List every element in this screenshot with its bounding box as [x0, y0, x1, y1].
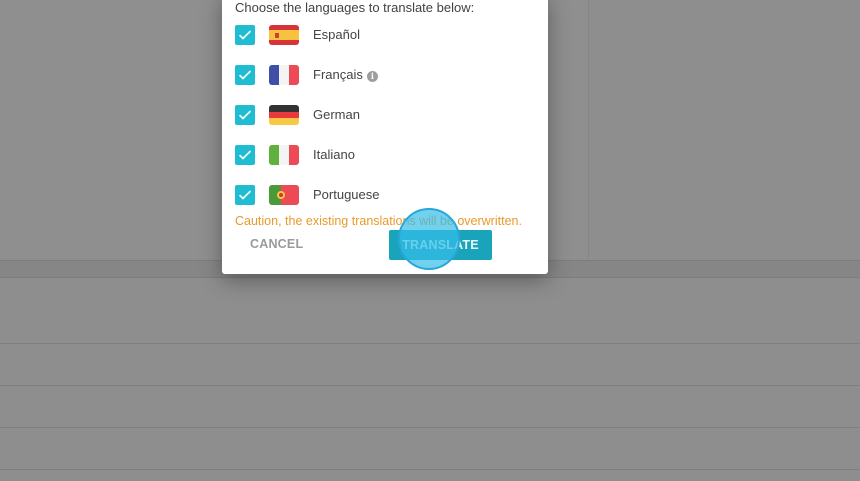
background-row-divider — [0, 469, 860, 470]
language-row-german[interactable]: German — [235, 104, 535, 126]
language-label: Portuguese — [313, 187, 380, 202]
checkmark-icon — [238, 110, 252, 120]
language-label: Italiano — [313, 147, 355, 162]
italy-flag-icon — [269, 145, 299, 165]
language-label: Français i — [313, 67, 378, 82]
checkmark-icon — [238, 70, 252, 80]
translate-button[interactable]: TRANSLATE — [389, 230, 492, 260]
info-icon[interactable]: i — [366, 71, 378, 82]
translate-dialog: Choose the languages to translate below:… — [222, 0, 548, 274]
germany-flag-icon — [269, 105, 299, 125]
background-row-divider — [0, 427, 860, 428]
caution-message: Caution, the existing translations will … — [235, 214, 522, 228]
checkbox-portuguese[interactable] — [235, 185, 255, 205]
dialog-prompt: Choose the languages to translate below: — [235, 0, 475, 15]
language-label: Español — [313, 27, 360, 42]
checkbox-espanol[interactable] — [235, 25, 255, 45]
portugal-flag-icon — [269, 185, 299, 205]
checkmark-icon — [238, 190, 252, 200]
language-row-italiano[interactable]: Italiano — [235, 144, 535, 166]
language-label: German — [313, 107, 360, 122]
language-row-portuguese[interactable]: Portuguese — [235, 184, 535, 206]
checkbox-francais[interactable] — [235, 65, 255, 85]
checkbox-italiano[interactable] — [235, 145, 255, 165]
france-flag-icon — [269, 65, 299, 85]
checkbox-german[interactable] — [235, 105, 255, 125]
checkmark-icon — [238, 150, 252, 160]
background-row-divider — [0, 343, 860, 344]
language-label-text: Français — [313, 67, 363, 82]
cancel-button[interactable]: CANCEL — [238, 230, 315, 258]
checkmark-icon — [238, 30, 252, 40]
language-row-espanol[interactable]: Español — [235, 24, 535, 46]
background-row-divider — [0, 385, 860, 386]
spain-flag-icon — [269, 25, 299, 45]
language-row-francais[interactable]: Français i — [235, 64, 535, 86]
